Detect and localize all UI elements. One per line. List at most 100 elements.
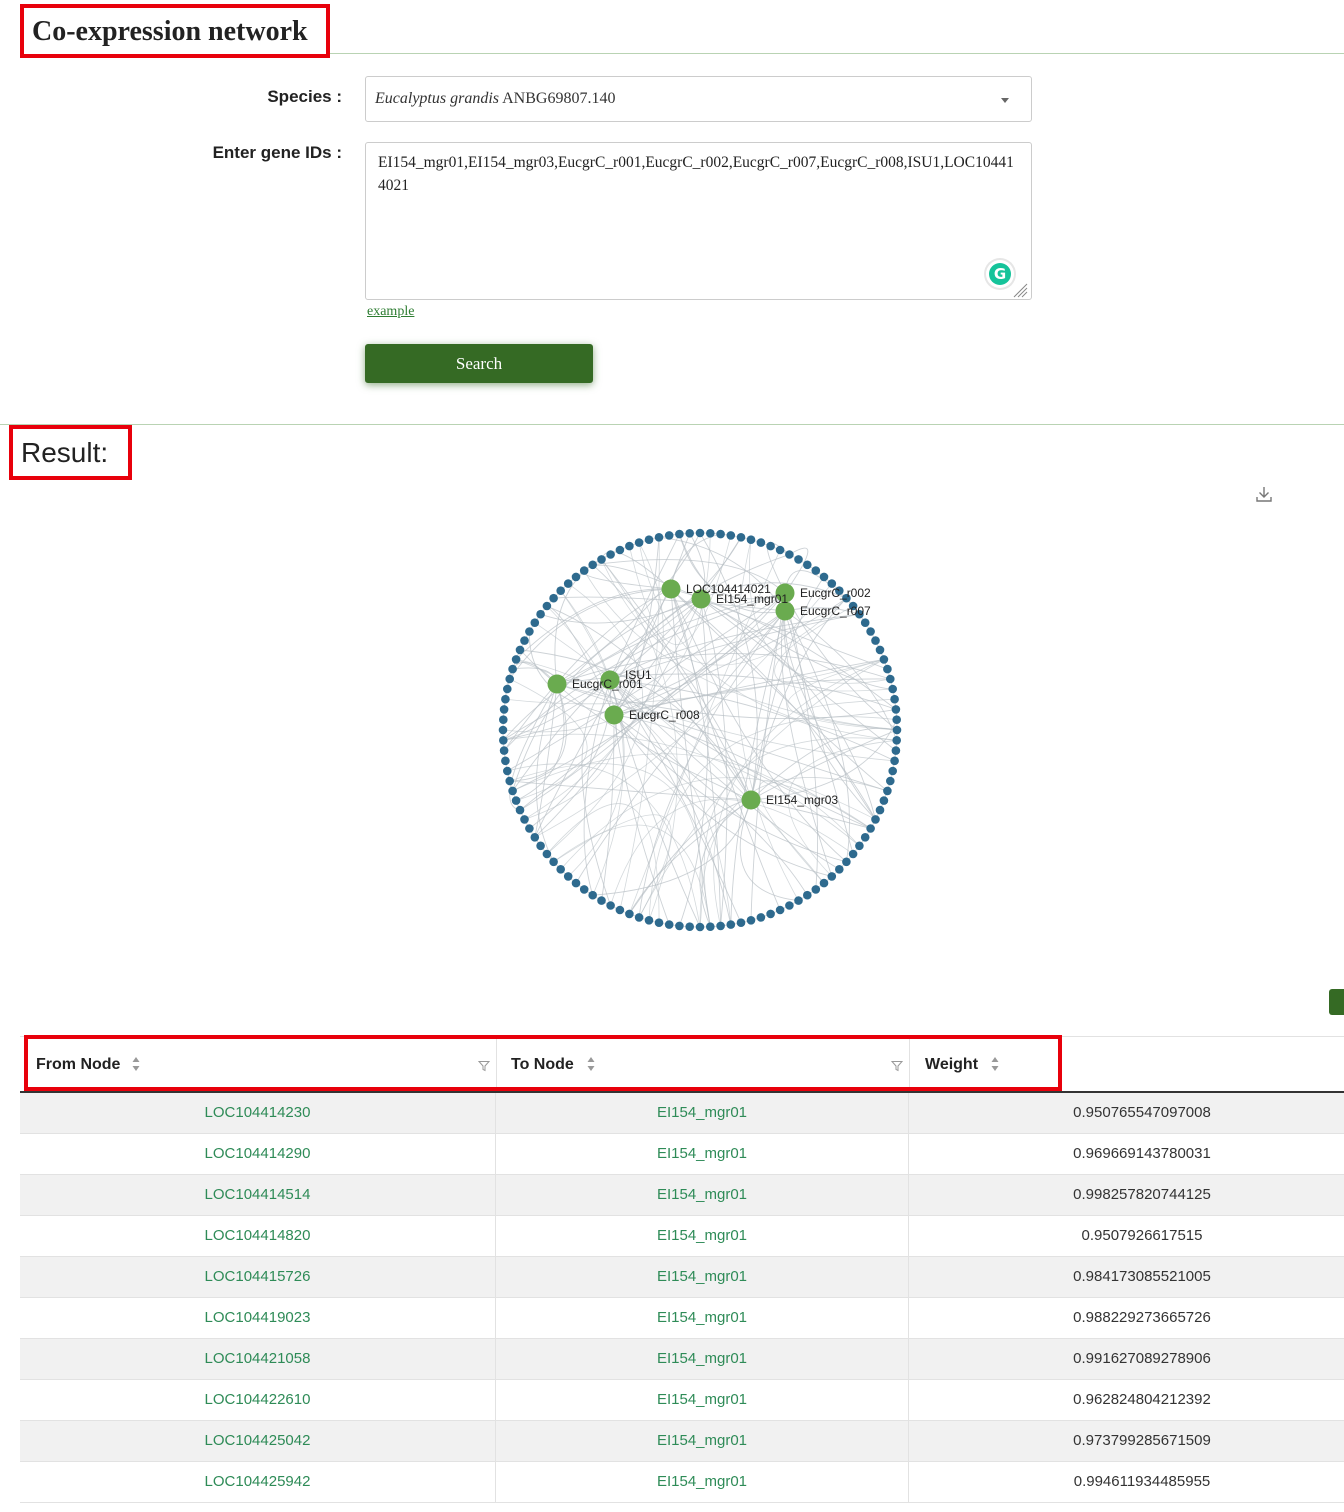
network-ring-node[interactable] — [695, 528, 705, 538]
network-ring-node[interactable] — [664, 531, 674, 540]
network-ring-node[interactable] — [819, 572, 829, 582]
network-ring-node[interactable] — [597, 896, 606, 905]
network-ring-node[interactable] — [654, 918, 664, 927]
network-ring-node[interactable] — [520, 636, 529, 645]
gene-ids-textarea[interactable]: EI154_mgr01,EI154_mgr03,EucgrC_r001,Eucg… — [365, 142, 1032, 300]
to-node-link[interactable]: EI154_mgr01 — [496, 1134, 909, 1174]
to-node-link[interactable]: EI154_mgr01 — [496, 1421, 909, 1461]
network-ring-node[interactable] — [675, 921, 684, 931]
network-ring-node[interactable] — [775, 905, 785, 915]
to-node-link[interactable]: EI154_mgr01 — [496, 1339, 909, 1379]
from-node-link[interactable]: LOC104414820 — [20, 1216, 496, 1256]
network-ring-node[interactable] — [871, 636, 880, 645]
network-ring-node[interactable] — [606, 901, 615, 910]
network-ring-node[interactable] — [695, 922, 705, 932]
to-node-link[interactable]: EI154_mgr01 — [496, 1298, 909, 1338]
example-link[interactable]: example — [367, 304, 414, 320]
network-ring-node[interactable] — [883, 786, 892, 796]
network-ring-node[interactable] — [886, 674, 895, 684]
network-ring-node[interactable] — [706, 922, 715, 931]
from-node-link[interactable]: LOC104414514 — [20, 1175, 496, 1215]
network-ring-node[interactable] — [890, 756, 899, 766]
network-ring-node[interactable] — [866, 627, 875, 636]
resize-handle-icon[interactable] — [1012, 282, 1028, 298]
network-ring-node[interactable] — [736, 918, 746, 927]
network-ring-node[interactable] — [525, 627, 534, 636]
search-button[interactable]: Search — [365, 344, 593, 383]
network-ring-node[interactable] — [634, 913, 644, 922]
network-ring-node[interactable] — [886, 776, 895, 786]
to-node-link[interactable]: EI154_mgr01 — [496, 1216, 909, 1256]
network-ring-node[interactable] — [726, 531, 736, 540]
network-ring-node[interactable] — [508, 664, 517, 674]
network-ring-node[interactable] — [819, 878, 829, 888]
network-ring-node[interactable] — [579, 566, 589, 575]
network-ring-node[interactable] — [542, 601, 552, 611]
network-ring-node[interactable] — [875, 805, 885, 815]
from-node-link[interactable]: LOC104425042 — [20, 1421, 496, 1461]
network-ring-node[interactable] — [716, 921, 725, 931]
network-ring-node[interactable] — [625, 541, 634, 551]
network-ring-node[interactable] — [746, 916, 756, 925]
network-ring-node[interactable] — [556, 865, 565, 874]
network-ring-node[interactable] — [664, 920, 674, 929]
network-ring-node[interactable] — [685, 529, 694, 538]
network-query-node[interactable] — [661, 579, 681, 599]
network-ring-node[interactable] — [794, 896, 803, 905]
network-ring-node[interactable] — [556, 586, 565, 595]
network-ring-node[interactable] — [879, 796, 889, 805]
network-ring-node[interactable] — [571, 572, 581, 582]
from-node-link[interactable]: LOC104415726 — [20, 1257, 496, 1297]
to-node-link[interactable]: EI154_mgr01 — [496, 1380, 909, 1420]
network-ring-node[interactable] — [625, 909, 634, 919]
network-ring-node[interactable] — [515, 805, 525, 815]
coexpression-network-graph[interactable]: LOC104414021EI154_mgr01 EucgrC_r002EucgrC… — [480, 510, 920, 950]
network-ring-node[interactable] — [891, 746, 901, 755]
network-query-node[interactable] — [741, 790, 761, 810]
network-ring-node[interactable] — [883, 664, 892, 674]
network-query-node[interactable] — [547, 674, 567, 694]
network-ring-node[interactable] — [675, 529, 684, 539]
network-ring-node[interactable] — [511, 796, 521, 805]
network-ring-node[interactable] — [736, 533, 746, 542]
network-ring-node[interactable] — [511, 655, 521, 664]
network-query-node[interactable] — [604, 705, 624, 725]
network-ring-node[interactable] — [891, 705, 901, 714]
network-ring-node[interactable] — [499, 705, 509, 714]
network-ring-node[interactable] — [892, 725, 902, 735]
network-ring-node[interactable] — [879, 655, 889, 664]
network-ring-node[interactable] — [530, 833, 540, 842]
from-node-link[interactable]: LOC104414230 — [20, 1093, 496, 1133]
to-node-link[interactable]: EI154_mgr01 — [496, 1175, 909, 1215]
network-ring-node[interactable] — [842, 857, 851, 867]
from-node-link[interactable]: LOC104419023 — [20, 1298, 496, 1338]
network-ring-node[interactable] — [542, 849, 552, 859]
from-node-link[interactable]: LOC104421058 — [20, 1339, 496, 1379]
network-ring-node[interactable] — [563, 872, 573, 881]
network-ring-node[interactable] — [871, 815, 880, 824]
to-node-link[interactable]: EI154_mgr01 — [496, 1257, 909, 1297]
network-ring-node[interactable] — [588, 890, 597, 900]
network-ring-node[interactable] — [563, 579, 573, 588]
export-table-button[interactable] — [1329, 989, 1344, 1015]
network-ring-node[interactable] — [756, 538, 766, 547]
network-ring-node[interactable] — [766, 541, 775, 551]
network-ring-node[interactable] — [536, 841, 545, 851]
network-ring-node[interactable] — [866, 824, 875, 833]
network-ring-node[interactable] — [888, 766, 897, 776]
network-ring-node[interactable] — [499, 715, 508, 724]
network-ring-node[interactable] — [508, 786, 517, 796]
network-ring-node[interactable] — [803, 560, 812, 570]
network-ring-node[interactable] — [890, 694, 899, 704]
network-ring-node[interactable] — [606, 550, 615, 559]
network-ring-node[interactable] — [499, 736, 508, 745]
species-select[interactable]: Eucalyptus grandis ANBG69807.140 — [365, 76, 1032, 122]
network-ring-node[interactable] — [499, 746, 509, 755]
network-ring-node[interactable] — [520, 815, 529, 824]
network-ring-node[interactable] — [615, 905, 625, 915]
network-ring-node[interactable] — [498, 725, 508, 735]
network-ring-node[interactable] — [811, 885, 821, 894]
network-ring-node[interactable] — [726, 920, 736, 929]
network-ring-node[interactable] — [855, 841, 864, 851]
network-ring-node[interactable] — [503, 684, 512, 694]
